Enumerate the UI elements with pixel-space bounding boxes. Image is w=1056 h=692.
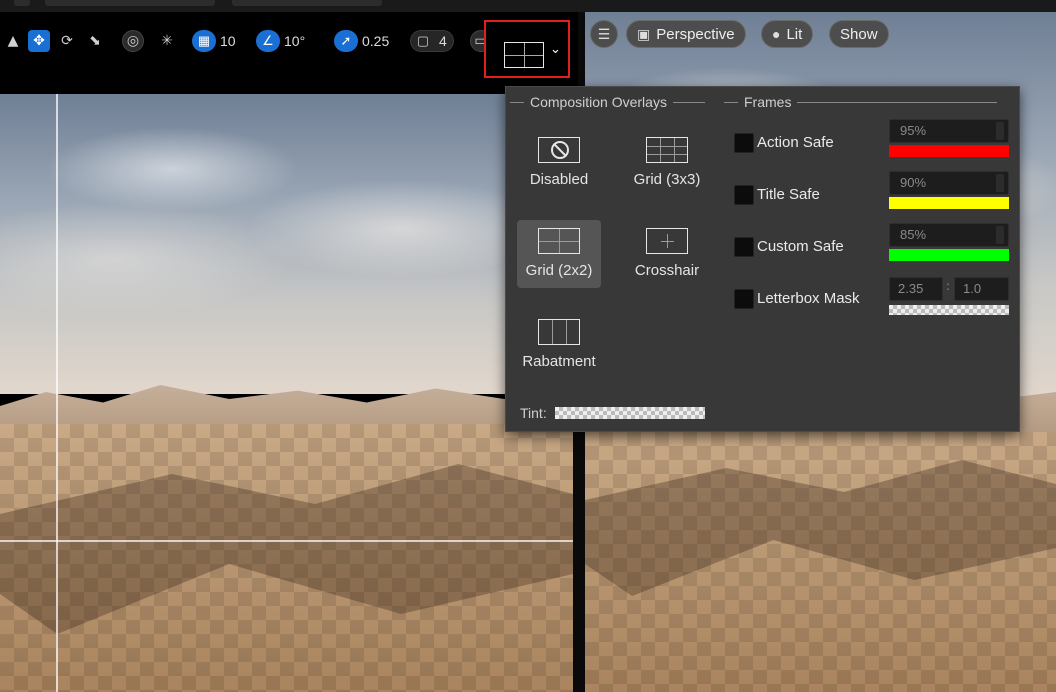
overlay-grid-3x3[interactable]: Grid (3x3) bbox=[625, 129, 709, 197]
scale-snap-value[interactable]: 0.25 bbox=[362, 33, 389, 49]
custom-safe-value[interactable]: 85% bbox=[889, 223, 1009, 247]
perspective-label: Perspective bbox=[656, 25, 735, 43]
top-tab-segment bbox=[232, 0, 382, 6]
select-mode-button[interactable]: ▲ bbox=[2, 28, 24, 54]
rabatment-icon bbox=[538, 319, 580, 345]
grid-3x3-icon bbox=[646, 137, 688, 163]
overlay-disabled[interactable]: Disabled bbox=[517, 129, 601, 197]
perspective-button[interactable]: ▣ Perspective bbox=[626, 20, 746, 48]
frame-label: Letterbox Mask bbox=[757, 290, 860, 307]
frame-custom-safe: Custom Safe 85% bbox=[734, 223, 1016, 277]
tint-color-swatch[interactable] bbox=[554, 407, 705, 419]
crosshair-icon bbox=[646, 228, 688, 254]
rotate-icon: ⟳ bbox=[61, 33, 73, 49]
top-tab-segment bbox=[45, 0, 215, 6]
aspect-height-text: 1.0 bbox=[963, 281, 982, 296]
title-safe-value[interactable]: 90% bbox=[889, 171, 1009, 195]
overlay-crosshair[interactable]: Crosshair bbox=[625, 220, 709, 288]
grid-snap-toggle[interactable]: ▦ 10 bbox=[192, 28, 242, 54]
top-strip bbox=[0, 0, 1056, 12]
frames-header: Frames bbox=[724, 94, 998, 110]
title-safe-value-text: 90% bbox=[900, 175, 927, 190]
frame-label: Action Safe bbox=[757, 134, 834, 151]
action-safe-value-text: 95% bbox=[900, 123, 927, 138]
scale-icon: ⬊ bbox=[89, 33, 101, 49]
frame-label: Custom Safe bbox=[757, 238, 844, 255]
translate-mode-button[interactable]: ✥ bbox=[28, 28, 50, 54]
tint-row: Tint: bbox=[520, 405, 705, 421]
camera-speed-button[interactable]: ▢ 4 bbox=[410, 28, 454, 54]
frames-title: Frames bbox=[744, 94, 792, 110]
viewport-divider[interactable] bbox=[578, 12, 585, 94]
scale-mode-button[interactable]: ⬊ bbox=[84, 28, 106, 54]
title-safe-checkbox[interactable] bbox=[734, 185, 754, 205]
composition-overlays-popup: Composition Overlays Frames Disabled Gri… bbox=[505, 86, 1020, 432]
tint-label: Tint: bbox=[520, 405, 547, 421]
show-label: Show bbox=[840, 25, 878, 43]
left-viewport[interactable] bbox=[0, 94, 573, 692]
action-safe-color[interactable] bbox=[889, 145, 1009, 157]
composition-overlay-button[interactable]: ⌄ bbox=[484, 20, 570, 78]
right-viewport-toolbar: ☰ ▣ Perspective ● Lit Show bbox=[590, 20, 1050, 48]
camera-speed-value: 4 bbox=[439, 33, 447, 49]
scale-snap-icon: ➚ bbox=[334, 30, 358, 52]
grid-2x2-icon bbox=[538, 228, 580, 254]
disabled-icon bbox=[538, 137, 580, 163]
lit-sphere-icon: ● bbox=[772, 26, 781, 42]
chevron-down-icon: ⌄ bbox=[550, 42, 561, 57]
camera-icon: ▢ bbox=[416, 33, 430, 48]
overlay-label: Rabatment bbox=[522, 353, 596, 370]
top-tab-segment bbox=[14, 0, 30, 6]
overlay-label: Disabled bbox=[529, 171, 589, 188]
overlay-rabatment[interactable]: Rabatment bbox=[517, 311, 601, 379]
custom-safe-value-text: 85% bbox=[900, 227, 927, 242]
surface-snap-icon: ✳ bbox=[161, 33, 173, 49]
viewport-options-button[interactable]: ☰ bbox=[590, 20, 618, 48]
ratio-separator: : bbox=[946, 279, 951, 293]
lit-label: Lit bbox=[786, 25, 803, 43]
surface-snap-button[interactable]: ✳ bbox=[156, 28, 178, 54]
frame-action-safe: Action Safe 95% bbox=[734, 119, 1016, 173]
composition-overlays-header: Composition Overlays bbox=[510, 94, 705, 110]
translate-icon: ✥ bbox=[28, 30, 50, 52]
rotate-mode-button[interactable]: ⟳ bbox=[56, 28, 78, 54]
rotation-snap-value[interactable]: 10° bbox=[284, 33, 305, 49]
composition-overlays-title: Composition Overlays bbox=[530, 94, 667, 110]
view-mode-button[interactable]: ● Lit bbox=[761, 20, 814, 48]
frame-title-safe: Title Safe 90% bbox=[734, 171, 1016, 225]
action-safe-value[interactable]: 95% bbox=[889, 119, 1009, 143]
letterbox-mask-color[interactable] bbox=[889, 305, 1009, 315]
overlay-label: Grid (3x3) bbox=[633, 171, 701, 188]
select-arrow-icon: ▲ bbox=[7, 33, 19, 49]
globe-icon: ◎ bbox=[122, 30, 144, 52]
letterbox-aspect-width[interactable]: 2.35 bbox=[889, 277, 943, 301]
aspect-width-text: 2.35 bbox=[898, 281, 924, 296]
letterbox-aspect-height[interactable]: 1.0 bbox=[954, 277, 1009, 301]
coordinate-space-button[interactable]: ◎ bbox=[122, 28, 144, 54]
left-viewport-toolbar: ▲ ✥ ⟳ ⬊ ◎ ✳ ▦ 10 ∠ 10° ➚ 0.25 ▢ 4 ▭ ⌄ bbox=[0, 12, 578, 94]
overlay-label: Crosshair bbox=[634, 262, 700, 279]
frame-label: Title Safe bbox=[757, 186, 820, 203]
grid-snap-value[interactable]: 10 bbox=[220, 33, 236, 49]
rotation-snap-toggle[interactable]: ∠ 10° bbox=[256, 28, 311, 54]
hamburger-menu-icon: ☰ bbox=[597, 25, 611, 42]
title-safe-color[interactable] bbox=[889, 197, 1009, 209]
letterbox-mask-checkbox[interactable] bbox=[734, 289, 754, 309]
show-flags-button[interactable]: Show bbox=[829, 20, 889, 48]
composition-guide-horizontal bbox=[0, 540, 573, 542]
grid-2x2-icon bbox=[504, 42, 544, 68]
overlay-label: Grid (2x2) bbox=[525, 262, 593, 279]
frame-letterbox-mask: Letterbox Mask 2.35 : 1.0 bbox=[734, 277, 1016, 329]
composition-guide-vertical bbox=[56, 94, 58, 692]
overlay-grid-2x2[interactable]: Grid (2x2) bbox=[517, 220, 601, 288]
custom-safe-checkbox[interactable] bbox=[734, 237, 754, 257]
cube-icon: ▣ bbox=[637, 25, 651, 42]
scale-snap-toggle[interactable]: ➚ 0.25 bbox=[334, 28, 395, 54]
action-safe-checkbox[interactable] bbox=[734, 133, 754, 153]
angle-snap-icon: ∠ bbox=[256, 30, 280, 52]
sky bbox=[0, 94, 573, 394]
custom-safe-color[interactable] bbox=[889, 249, 1009, 261]
grid-snap-icon: ▦ bbox=[192, 30, 216, 52]
